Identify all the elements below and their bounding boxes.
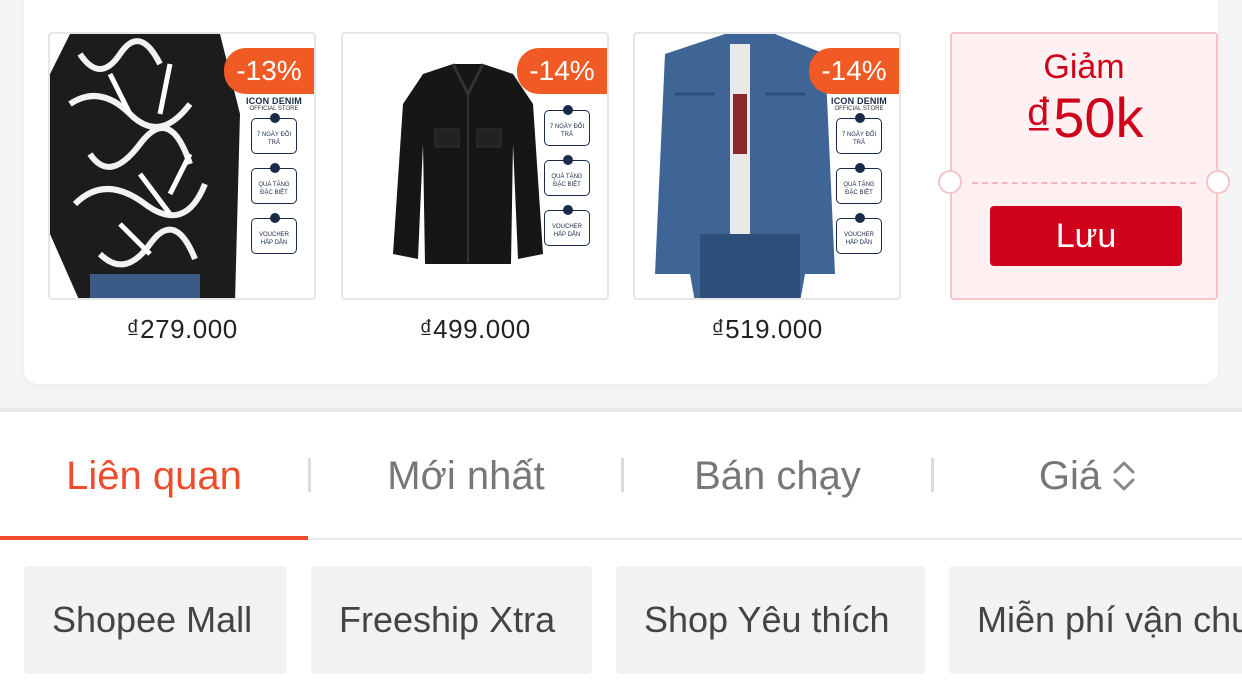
voucher-icon: VOUCHER HẤP DẪN [836, 213, 882, 254]
product-carousel-card: -13% ICON DENIM OFFICIAL STORE 7 NGÀY ĐỔ… [24, 0, 1230, 384]
filter-chip-shopee-mall[interactable]: Shopee Mall [24, 566, 287, 674]
return-policy-icon: 7 NGÀY ĐỔI TRẢ [836, 113, 882, 154]
voucher-card: Giảm ₫50k Lưu [938, 32, 1230, 300]
product-card[interactable]: -14% ICON DENIM OFFICIAL STORE 7 NGÀY ĐỔ… [633, 32, 901, 345]
filter-chip-free-shipping[interactable]: Miễn phí vận chuyển [949, 566, 1242, 674]
store-banner: ICON DENIM OFFICIAL STORE 7 NGÀY ĐỔI TRẢ… [244, 96, 304, 268]
tab-label: Bán chạy [694, 453, 861, 498]
tab-best-selling[interactable]: Bán chạy [624, 412, 931, 540]
gift-icon: QUÀ TẶNG ĐẶC BIỆT [251, 163, 297, 204]
product-image[interactable]: -14% 7 NGÀY ĐỔI TRẢ QUÀ TẶNG ĐẶC BIỆT VO… [341, 32, 609, 300]
filter-chip-freeship-xtra[interactable]: Freeship Xtra [311, 566, 592, 674]
product-card[interactable]: -13% ICON DENIM OFFICIAL STORE 7 NGÀY ĐỔ… [48, 32, 316, 345]
discount-badge: -14% [517, 48, 607, 94]
voucher-amount: ₫50k [1024, 86, 1144, 149]
product-image[interactable]: -14% ICON DENIM OFFICIAL STORE 7 NGÀY ĐỔ… [633, 32, 901, 300]
store-title: ICON DENIM [831, 96, 887, 106]
voucher-divider [972, 182, 1196, 184]
product-card[interactable]: -14% 7 NGÀY ĐỔI TRẢ QUÀ TẶNG ĐẶC BIỆT VO… [341, 32, 609, 345]
tab-price[interactable]: Giá [934, 412, 1242, 540]
product-image[interactable]: -13% ICON DENIM OFFICIAL STORE 7 NGÀY ĐỔ… [48, 32, 316, 300]
return-policy-icon: 7 NGÀY ĐỔI TRẢ [544, 105, 590, 146]
store-subtitle: OFFICIAL STORE [834, 106, 884, 112]
store-banner: ICON DENIM OFFICIAL STORE 7 NGÀY ĐỔI TRẢ… [829, 96, 889, 268]
sort-updown-icon [1111, 456, 1137, 496]
product-price: ₫519.000 [711, 314, 823, 344]
return-policy-icon: 7 NGÀY ĐỔI TRẢ [251, 113, 297, 154]
filter-chip-favorite-shop[interactable]: Shop Yêu thích [616, 566, 925, 674]
voucher-icon: VOUCHER HẤP DẪN [251, 213, 297, 254]
store-subtitle: OFFICIAL STORE [249, 106, 299, 112]
discount-badge: -14% [809, 48, 899, 94]
tab-newest[interactable]: Mới nhất [311, 412, 621, 540]
voucher-label: Giảm [1043, 48, 1125, 86]
discount-badge: -13% [224, 48, 314, 94]
voucher-icon: VOUCHER HẤP DẪN [544, 205, 590, 246]
product-price: ₫499.000 [419, 314, 531, 344]
gift-icon: QUÀ TẶNG ĐẶC BIỆT [836, 163, 882, 204]
sort-bar: Liên quan Mới nhất Bán chạy Giá [0, 412, 1242, 542]
tab-relevance[interactable]: Liên quan [0, 412, 308, 542]
tab-label: Mới nhất [387, 453, 545, 498]
store-banner: 7 NGÀY ĐỔI TRẢ QUÀ TẶNG ĐẶC BIỆT VOUCHER… [537, 96, 597, 260]
save-voucher-button[interactable]: Lưu [990, 206, 1182, 266]
product-price: ₫279.000 [126, 314, 238, 344]
tab-label: Liên quan [66, 453, 242, 498]
voucher-notch-right [1206, 170, 1230, 194]
voucher-notch-left [938, 170, 962, 194]
tab-label: Giá [1038, 453, 1102, 498]
gift-icon: QUÀ TẶNG ĐẶC BIỆT [544, 155, 590, 196]
filter-chips: Shopee Mall Freeship Xtra Shop Yêu thích… [0, 540, 1242, 690]
store-title: ICON DENIM [246, 96, 302, 106]
